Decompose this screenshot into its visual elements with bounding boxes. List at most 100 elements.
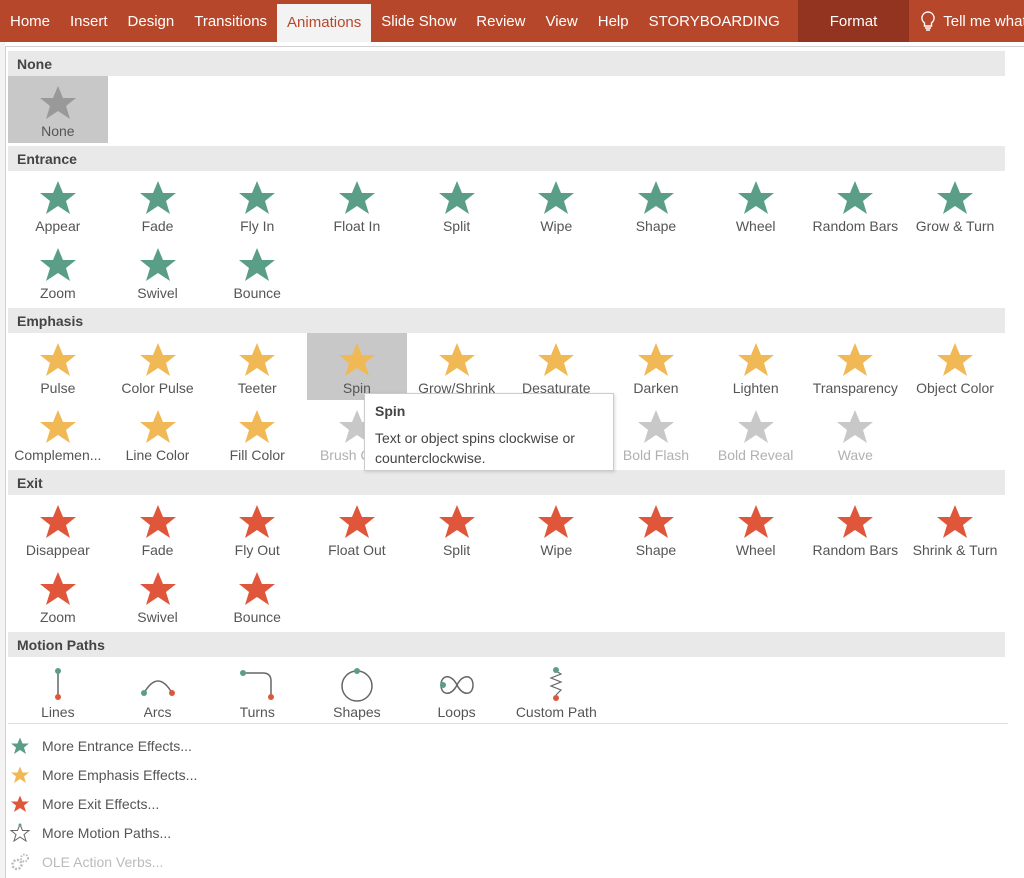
star-icon [737,410,774,443]
star-icon [39,181,76,214]
star-icon [39,505,76,538]
emphasis-effect-darken[interactable]: Darken [606,333,706,400]
entrance-effect-shape[interactable]: Shape [606,171,706,238]
entrance-effect-wipe[interactable]: Wipe [506,171,606,238]
tab-format[interactable]: Format [797,0,910,42]
entrance-effect-appear[interactable]: Appear [8,171,108,238]
emphasis-effect-color-pulse[interactable]: Color Pulse [108,333,208,400]
menu-more-entrance-effects[interactable]: More Entrance Effects... [10,731,197,760]
effect-label: Float Out [328,542,386,558]
tab-review[interactable]: Review [466,0,535,42]
menu-label: More Exit Effects... [42,795,160,812]
effect-label: Shrink & Turn [912,542,998,558]
exit-effect-wheel[interactable]: Wheel [706,495,806,562]
menu-ole-action-verbs: OLE Action Verbs... [10,847,197,876]
exit-effect-split[interactable]: Split [407,495,507,562]
star-icon [837,181,874,214]
effect-label: Teeter [237,380,277,396]
motion-effect-lines[interactable]: Lines [8,657,108,724]
exit-effect-wipe[interactable]: Wipe [506,495,606,562]
motion-effect-turns[interactable]: Turns [207,657,307,724]
effect-label: Loops [437,704,476,720]
entrance-effect-float-in[interactable]: Float In [307,171,407,238]
none-effect-none[interactable]: None [8,76,108,143]
effect-label: Fly Out [234,542,280,558]
effect-label: Random Bars [812,542,899,558]
tell-me-text: Tell me what [943,12,1024,30]
motion-effect-custom-path[interactable]: Custom Path [506,657,606,724]
entrance-effect-random-bars[interactable]: Random Bars [806,171,906,238]
menu-label: More Motion Paths... [42,824,172,841]
motion-effect-arcs[interactable]: Arcs [108,657,208,724]
exit-effect-bounce[interactable]: Bounce [207,562,307,629]
motion-effect-shapes[interactable]: Shapes [307,657,407,724]
emphasis-effect-fill-color[interactable]: Fill Color [207,400,307,467]
entrance-effect-bounce[interactable]: Bounce [207,238,307,305]
entrance-effect-fade[interactable]: Fade [108,171,208,238]
effect-label: Lines [41,704,75,720]
effects-grid-exit: Disappear Fade Fly Out Float Out Split Wipe Sh… [8,495,1008,629]
emphasis-effect-line-color[interactable]: Line Color [108,400,208,467]
effect-label: Shape [635,218,677,234]
tab-transitions[interactable]: Transitions [184,0,277,42]
star-icon [239,505,276,538]
emphasis-effect-spin[interactable]: Spin [307,333,407,400]
emphasis-effect-bold-reveal: Bold Reveal [706,400,806,467]
tell-me-box[interactable]: Tell me what [921,11,1024,31]
emphasis-effect-grow-shrink[interactable]: Grow/Shrink [407,333,507,400]
menu-more-motion-paths[interactable]: More Motion Paths... [10,818,197,847]
emphasis-effect-lighten[interactable]: Lighten [706,333,806,400]
effect-label: Transparency [812,380,898,396]
entrance-effect-split[interactable]: Split [407,171,507,238]
exit-effect-random-bars[interactable]: Random Bars [806,495,906,562]
loop-path-icon [439,676,474,694]
effect-label: Split [442,542,471,558]
tab-insert[interactable]: Insert [60,0,118,42]
tooltip-title: Spin [375,403,406,419]
entrance-effect-swivel[interactable]: Swivel [108,238,208,305]
emphasis-effect-transparency[interactable]: Transparency [806,333,906,400]
exit-effect-shape[interactable]: Shape [606,495,706,562]
exit-effect-zoom[interactable]: Zoom [8,562,108,629]
tab-animations[interactable]: Animations [277,4,372,42]
star-icon [737,343,774,376]
menu-more-emphasis-effects[interactable]: More Emphasis Effects... [10,760,197,789]
circle-path-icon [341,668,373,702]
effect-label: Zoom [39,285,76,301]
effect-label: None [41,123,75,139]
tab-design[interactable]: Design [118,0,185,42]
effect-label: Shapes [333,704,381,720]
menu-more-exit-effects[interactable]: More Exit Effects... [10,789,197,818]
emphasis-effect-teeter[interactable]: Teeter [207,333,307,400]
tab-storyboarding[interactable]: STORYBOARDING [639,0,790,42]
section-header-exit: Exit [8,470,1005,495]
effect-label: Bounce [233,285,281,301]
exit-effect-shrink-turn[interactable]: Shrink & Turn [905,495,1005,562]
exit-effect-float-out[interactable]: Float Out [307,495,407,562]
star-icon [139,410,176,443]
star-green-icon [11,737,29,754]
exit-effect-disappear[interactable]: Disappear [8,495,108,562]
tab-slide-show[interactable]: Slide Show [371,0,466,42]
menu-label: More Emphasis Effects... [42,766,198,783]
emphasis-effect-object-color[interactable]: Object Color [905,333,1005,400]
exit-effect-swivel[interactable]: Swivel [108,562,208,629]
tab-view[interactable]: View [535,0,587,42]
effect-label: Color Pulse [121,380,194,396]
star-icon [39,410,76,443]
star-icon [139,505,176,538]
tab-home[interactable]: Home [0,0,60,42]
effect-label: Custom Path [515,704,597,720]
entrance-effect-zoom[interactable]: Zoom [8,238,108,305]
entrance-effect-grow-turn[interactable]: Grow & Turn [905,171,1005,238]
emphasis-effect-pulse[interactable]: Pulse [8,333,108,400]
exit-effect-fade[interactable]: Fade [108,495,208,562]
tab-help[interactable]: Help [588,0,639,42]
emphasis-effect-desaturate[interactable]: Desaturate [506,333,606,400]
effect-label: Fade [141,218,174,234]
exit-effect-fly-out[interactable]: Fly Out [207,495,307,562]
emphasis-effect-complemen[interactable]: Complemen... [8,400,108,467]
motion-effect-loops[interactable]: Loops [407,657,507,724]
entrance-effect-wheel[interactable]: Wheel [706,171,806,238]
entrance-effect-fly-in[interactable]: Fly In [207,171,307,238]
